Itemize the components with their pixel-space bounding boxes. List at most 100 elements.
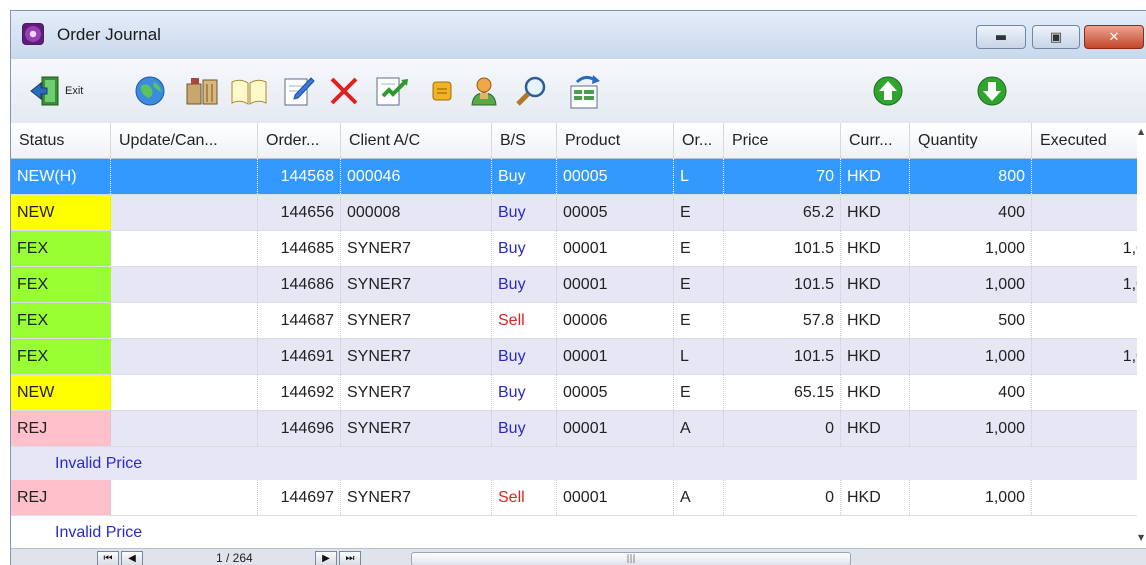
status-badge: FEX [11, 339, 111, 374]
col-buy-sell-header[interactable]: B/S [492, 123, 557, 159]
executed-cell: 1,0 [1032, 339, 1146, 374]
table-row[interactable]: NEW 144692 SYNER7 Buy 00005 E 65.15 HKD 400 [11, 375, 1146, 411]
minimize-icon: ▬ [994, 29, 1008, 45]
next-page-button[interactable]: ▶ [315, 551, 337, 565]
executed-cell [1032, 375, 1146, 410]
status-badge: FEX [11, 303, 111, 338]
quantity-cell: 500 [910, 303, 1032, 338]
quantity-cell: 400 [910, 195, 1032, 230]
update-cancel-cell [111, 231, 258, 266]
trash-button[interactable] [181, 73, 221, 109]
row-message: Invalid Price [11, 516, 1146, 548]
buy-sell-cell: Buy [492, 159, 557, 194]
update-cancel-cell [111, 339, 258, 374]
table-row[interactable]: NEW 144656 000008 Buy 00005 E 65.2 HKD 400 [11, 195, 1146, 231]
toolbar: Exit [11, 59, 1146, 123]
col-order-type-header[interactable]: Or... [674, 123, 724, 159]
last-page-button[interactable]: ⏭ [339, 551, 361, 565]
col-price-header[interactable]: Price [724, 123, 841, 159]
table-row[interactable]: NEW(H) 144568 000046 Buy 00005 L 70 HKD 800 [11, 159, 1146, 195]
product-cell: 00005 [557, 159, 674, 194]
note-button[interactable] [429, 73, 455, 109]
buy-sell-cell: Buy [492, 231, 557, 266]
first-page-button[interactable]: ⏮ [97, 551, 119, 565]
window-title: Order Journal [57, 25, 161, 44]
report-icon [376, 77, 408, 106]
price-cell: 101.5 [724, 231, 841, 266]
product-cell: 00001 [557, 339, 674, 374]
buy-sell-cell: Buy [492, 267, 557, 302]
price-cell: 0 [724, 411, 841, 446]
table-row[interactable]: FEX 144685 SYNER7 Buy 00001 E 101.5 HKD 1,000 1,0 [11, 231, 1146, 267]
col-status-header[interactable]: Status [11, 123, 111, 159]
maximize-button[interactable]: ▣ [1032, 25, 1080, 49]
book-button[interactable] [229, 73, 269, 109]
search-button[interactable] [513, 73, 551, 109]
buy-sell-cell: Sell [492, 303, 557, 338]
delete-icon [330, 77, 358, 105]
price-cell: 70 [724, 159, 841, 194]
order-cell: 144656 [258, 195, 341, 230]
col-currency-header[interactable]: Curr... [841, 123, 910, 159]
prev-page-button[interactable]: ◀ [121, 551, 143, 565]
order-cell: 144568 [258, 159, 341, 194]
executed-cell [1032, 480, 1146, 515]
order-cell: 144687 [258, 303, 341, 338]
client-ac-cell: SYNER7 [341, 480, 492, 515]
update-cancel-cell [111, 480, 258, 515]
table-row[interactable]: FEX 144687SYNER7Sell00006E57.8HKD5005 [11, 303, 1146, 339]
report-button[interactable] [373, 73, 411, 109]
order-grid[interactable]: Status Update/Can... Order... Client A/C B/S… [11, 123, 1146, 548]
move-down-button[interactable] [975, 73, 1009, 109]
page-indicator: 1 / 264 [216, 551, 253, 565]
product-cell: 00006 [557, 303, 674, 338]
status-badge: FEX [11, 267, 111, 302]
order-type-cell: L [674, 159, 724, 194]
edit-button[interactable] [281, 73, 315, 109]
col-product-header[interactable]: Product [557, 123, 674, 159]
quantity-cell: 1,000 [910, 339, 1032, 374]
order-type-cell: E [674, 303, 724, 338]
client-ac-cell: SYNER7 [341, 375, 492, 410]
move-up-button[interactable] [871, 73, 905, 109]
price-cell: 65.2 [724, 195, 841, 230]
order-cell: 144696 [258, 411, 341, 446]
buy-sell-cell: Buy [492, 411, 557, 446]
currency-cell: HKD [841, 303, 910, 338]
buy-sell-cell: Buy [492, 339, 557, 374]
table-row[interactable]: FEX 144686 SYNER7 Buy 00001 E 101.5 HKD 1,000 1,0 [11, 267, 1146, 303]
delete-button[interactable] [327, 73, 361, 109]
price-cell: 101.5 [724, 339, 841, 374]
scroll-down-icon[interactable]: ▼ [1138, 533, 1144, 542]
export-button[interactable] [565, 73, 605, 109]
globe-button[interactable] [133, 73, 167, 109]
exit-label: Exit [65, 85, 84, 97]
user-button[interactable] [467, 73, 501, 109]
table-row[interactable]: FEX 144691 SYNER7 Buy 00001 L 101.5 HKD 1,000 1,0 [11, 339, 1146, 375]
arrow-up-icon [873, 76, 903, 106]
col-quantity-header[interactable]: Quantity [910, 123, 1032, 159]
exit-icon [30, 76, 59, 106]
order-type-cell: E [674, 375, 724, 410]
close-button[interactable]: ✕ [1084, 25, 1144, 49]
horizontal-scrollbar-thumb[interactable]: ||| [411, 552, 851, 565]
minimize-button[interactable]: ▬ [976, 25, 1026, 49]
maximize-icon: ▣ [1049, 29, 1063, 45]
vertical-scrollbar[interactable]: ▲ ▼ [1137, 123, 1146, 548]
arrow-down-icon [977, 76, 1007, 106]
table-row[interactable]: REJ 144696 SYNER7 Buy 00001 A 0 HKD 1,000 [11, 411, 1146, 447]
price-cell: 57.8 [724, 303, 841, 338]
exit-button[interactable]: Exit [29, 73, 83, 109]
product-cell: 00005 [557, 195, 674, 230]
order-cell: 144686 [258, 267, 341, 302]
table-row[interactable]: REJ 144697 SYNER7 Sell 00001 A 0 HKD 1,000 [11, 480, 1146, 516]
col-update-cancel-header[interactable]: Update/Can... [111, 123, 258, 159]
client-ac-cell: SYNER7 [341, 231, 492, 266]
col-order-header[interactable]: Order... [258, 123, 341, 159]
col-executed-header[interactable]: Executed [1032, 123, 1146, 159]
client-ac-cell: SYNER7 [341, 411, 492, 446]
update-cancel-cell [111, 267, 258, 302]
scroll-up-icon[interactable]: ▲ [1138, 127, 1144, 136]
col-client-ac-header[interactable]: Client A/C [341, 123, 492, 159]
status-badge: FEX [11, 231, 111, 266]
